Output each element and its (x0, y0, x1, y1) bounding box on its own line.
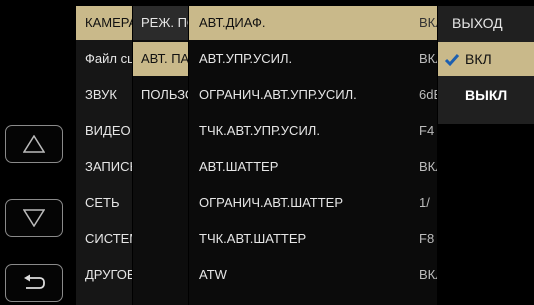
scroll-up-button[interactable] (5, 125, 63, 163)
setting-label: АВТ.УПР.УСИЛ. (199, 51, 293, 66)
setting-label: ТЧК.АВТ.УПР.УСИЛ. (199, 123, 320, 138)
setting-label: ATW (199, 267, 227, 282)
triangle-down-icon (23, 209, 45, 227)
main-menu: КАМЕРА Файл сцены ЗВУК ВИДЕО ЗАПИСЬ СЕТЬ… (76, 6, 132, 305)
setting-label: АВТ.ДИАФ. (199, 15, 266, 30)
return-arrow-icon (24, 274, 45, 289)
setting-label: АВТ.ШАТТЕР (199, 159, 279, 174)
setting-value: ВКЛ (419, 159, 437, 174)
main-menu-item-scene-file[interactable]: Файл сцены (85, 42, 132, 76)
setting-label: ОГРАНИЧ.АВТ.ШАТТЕР (199, 195, 344, 210)
back-button[interactable] (5, 264, 63, 302)
setting-label: ОГРАНИЧ.АВТ.УПР.УСИЛ. (199, 87, 357, 102)
main-menu-item-camera[interactable]: КАМЕРА (85, 6, 132, 40)
setting-auto-gain-point[interactable]: ТЧК.АВТ.УПР.УСИЛ. (199, 114, 437, 148)
setting-auto-shutter-limit[interactable]: ОГРАНИЧ.АВТ.ШАТТЕР (199, 186, 437, 220)
setting-value: 6dB (419, 87, 437, 102)
setting-auto-gain[interactable]: АВТ.УПР.УСИЛ. (199, 42, 437, 76)
setting-value: ВКЛ (419, 15, 437, 30)
setting-auto-shutter[interactable]: АВТ.ШАТТЕР (199, 150, 437, 184)
setting-value: 1/ (419, 195, 430, 210)
scroll-down-button[interactable] (5, 199, 63, 237)
setting-auto-gain-limit[interactable]: ОГРАНИЧ.АВТ.УПР.УСИЛ. (199, 78, 437, 112)
main-menu-item-other[interactable]: ДРУГОЕ (85, 258, 132, 292)
settings-list: АВТ.ДИАФ. ВКЛ АВТ.УПР.УСИЛ. ВКЛ ОГРАНИЧ.… (189, 6, 437, 305)
option-on[interactable]: ВКЛ (438, 42, 534, 76)
main-menu-item-record[interactable]: ЗАПИСЬ (85, 150, 132, 184)
option-off[interactable]: ВЫКЛ (438, 78, 534, 112)
setting-auto-iris[interactable]: АВТ.ДИАФ. (199, 6, 437, 40)
sub-menu-item-auto-params[interactable]: АВТ. ПАРАМ. (141, 42, 188, 76)
sub-menu-item-user[interactable]: ПОЛЬЗОВ. (141, 78, 188, 112)
option-popup: ВЫХОД ВКЛ ВЫКЛ (438, 6, 534, 124)
main-menu-item-system[interactable]: СИСТЕМА (85, 222, 132, 256)
setting-value: ВКЛ (419, 267, 437, 282)
option-on-label: ВКЛ (465, 51, 492, 67)
setting-auto-shutter-point[interactable]: ТЧК.АВТ.ШАТТЕР (199, 222, 437, 256)
exit-option[interactable]: ВЫХОД (438, 6, 534, 40)
setting-value: F8 (419, 231, 435, 246)
setting-value: ВКЛ (419, 51, 437, 66)
main-menu-item-video[interactable]: ВИДЕО (85, 114, 132, 148)
sub-menu: РЕЖ. ПОЛЬЗ. АВТ. ПАРАМ. ПОЛЬЗОВ. (133, 6, 188, 305)
checkmark-icon (444, 54, 460, 67)
setting-label: ТЧК.АВТ.ШАТТЕР (199, 231, 307, 246)
setting-atw[interactable]: ATW (199, 258, 437, 292)
setting-value: F4 (419, 123, 435, 138)
sub-menu-item-user-mode[interactable]: РЕЖ. ПОЛЬЗ. (141, 6, 188, 40)
main-menu-item-network[interactable]: СЕТЬ (85, 186, 132, 220)
main-menu-item-audio[interactable]: ЗВУК (85, 78, 132, 112)
triangle-up-icon (23, 135, 45, 153)
